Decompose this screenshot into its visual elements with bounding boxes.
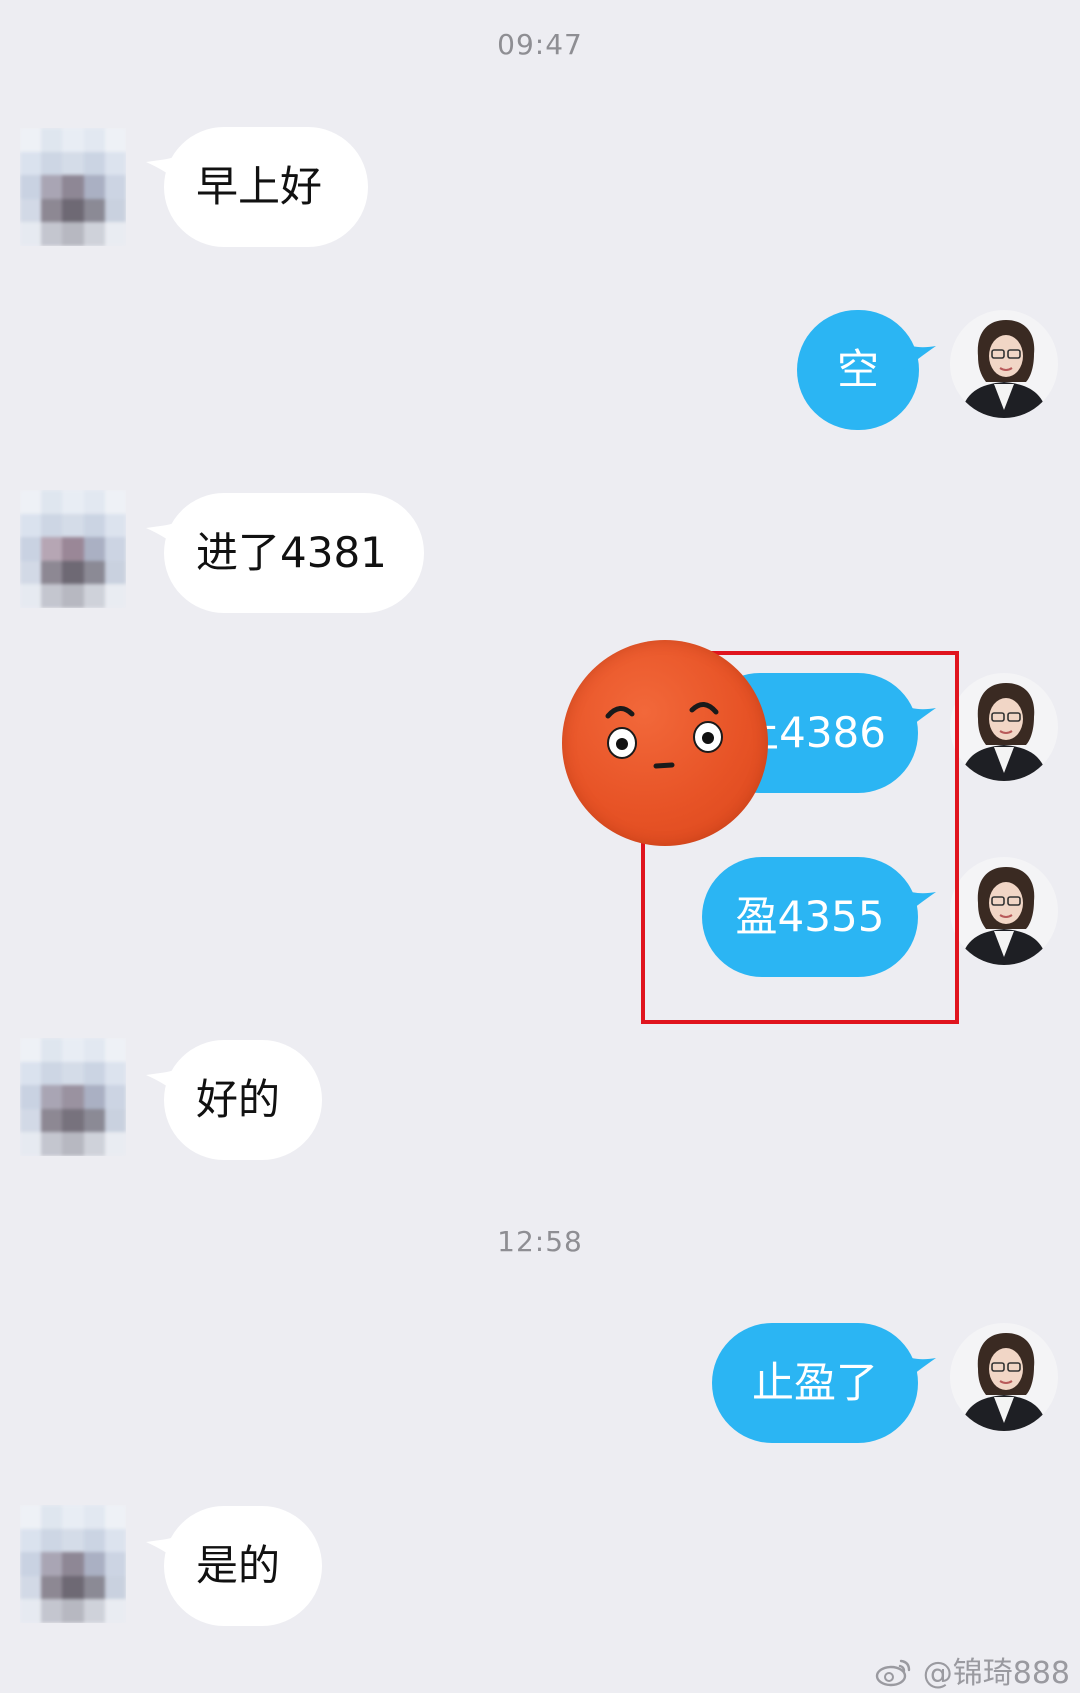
user-avatar-image	[960, 320, 1048, 418]
user-avatar-image	[960, 683, 1048, 781]
message-text: 是的	[196, 1541, 281, 1590]
chat-screen: 09:47 早上好 空 进了4381 止4386 盈4355 好的 12:58 …	[0, 0, 1080, 1693]
message-bubble-incoming[interactable]: 进了4381	[164, 493, 424, 613]
message-bubble-incoming[interactable]: 早上好	[164, 127, 368, 247]
bubble-tail	[900, 342, 936, 372]
watermark: @锦琦888	[875, 1648, 1070, 1692]
message-text: 进了4381	[196, 528, 387, 577]
user-avatar-image	[960, 867, 1048, 965]
timestamp: 09:47	[497, 28, 583, 61]
weibo-icon	[875, 1659, 911, 1687]
timestamp: 12:58	[497, 1225, 583, 1258]
watermark-text: @锦琦888	[922, 1656, 1070, 1691]
message-text: 止盈了	[751, 1358, 878, 1407]
message-text: 好的	[196, 1075, 281, 1124]
user-avatar[interactable]	[950, 673, 1058, 781]
message-bubble-incoming[interactable]: 好的	[164, 1040, 322, 1160]
message-text: 空	[836, 345, 879, 394]
user-avatar[interactable]	[950, 310, 1058, 418]
message-bubble-outgoing[interactable]: 止盈了	[712, 1323, 918, 1443]
bubble-tail	[900, 1354, 936, 1384]
user-avatar[interactable]	[950, 1323, 1058, 1431]
message-bubble-incoming[interactable]: 是的	[164, 1506, 322, 1626]
contact-avatar-blurred[interactable]	[20, 128, 126, 246]
contact-avatar-blurred[interactable]	[20, 1038, 126, 1156]
contact-avatar-blurred[interactable]	[20, 1505, 126, 1623]
contact-avatar-blurred[interactable]	[20, 490, 126, 608]
user-avatar[interactable]	[950, 857, 1058, 965]
orange-face-sticker	[562, 640, 768, 846]
message-text: 早上好	[196, 162, 323, 211]
face-emoji-icon	[605, 702, 723, 769]
user-avatar-image	[960, 1333, 1048, 1431]
